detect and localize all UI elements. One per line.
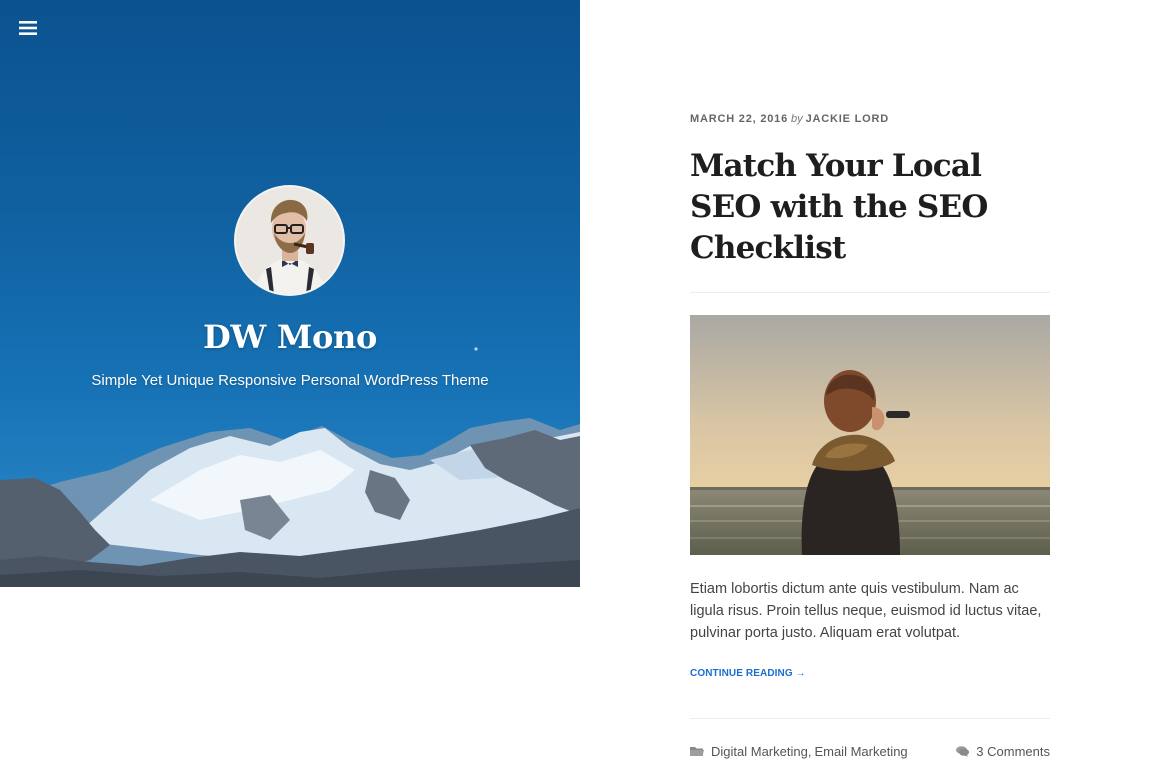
comments-link[interactable]: 3 Comments [976, 744, 1050, 759]
site-title[interactable]: DW Mono [0, 318, 580, 356]
avatar-image [236, 187, 343, 294]
footer-divider [690, 718, 1050, 719]
post-categories: Digital Marketing, Email Marketing [690, 744, 908, 759]
category-link-digital-marketing[interactable]: Digital Marketing [711, 744, 808, 759]
post-meta: MARCH 22, 2016 by JACKIE LORD [690, 112, 1050, 126]
post-title[interactable]: Match Your Local SEO with the SEO Checkl… [690, 146, 1050, 269]
title-divider [690, 292, 1050, 293]
header-hero: DW Mono Simple Yet Unique Responsive Per… [0, 0, 580, 587]
post-footer: Digital Marketing, Email Marketing 3 Comm… [690, 742, 1050, 760]
post-by-label: by [791, 113, 803, 125]
featured-image[interactable] [690, 315, 1050, 555]
post-date[interactable]: MARCH 22, 2016 [690, 113, 788, 125]
post-excerpt: Etiam lobortis dictum ante quis vestibul… [690, 581, 1042, 641]
comments-icon [956, 745, 970, 757]
folder-icon [690, 746, 704, 757]
post-comments[interactable]: 3 Comments [956, 744, 1050, 759]
page: DW Mono Simple Yet Unique Responsive Per… [0, 0, 1160, 772]
hamburger-menu-icon [19, 21, 37, 35]
avatar[interactable] [234, 185, 345, 296]
post-article: MARCH 22, 2016 by JACKIE LORD Match Your L… [690, 112, 1050, 760]
category-separator: , [807, 743, 812, 759]
site-tagline: Simple Yet Unique Responsive Personal Wo… [91, 372, 489, 389]
featured-image-photo [690, 315, 1050, 555]
category-link-email-marketing[interactable]: Email Marketing [814, 744, 907, 759]
menu-button[interactable] [17, 18, 39, 38]
post-author[interactable]: JACKIE LORD [806, 113, 889, 125]
continue-reading-link[interactable]: CONTINUE READING → [690, 668, 806, 679]
